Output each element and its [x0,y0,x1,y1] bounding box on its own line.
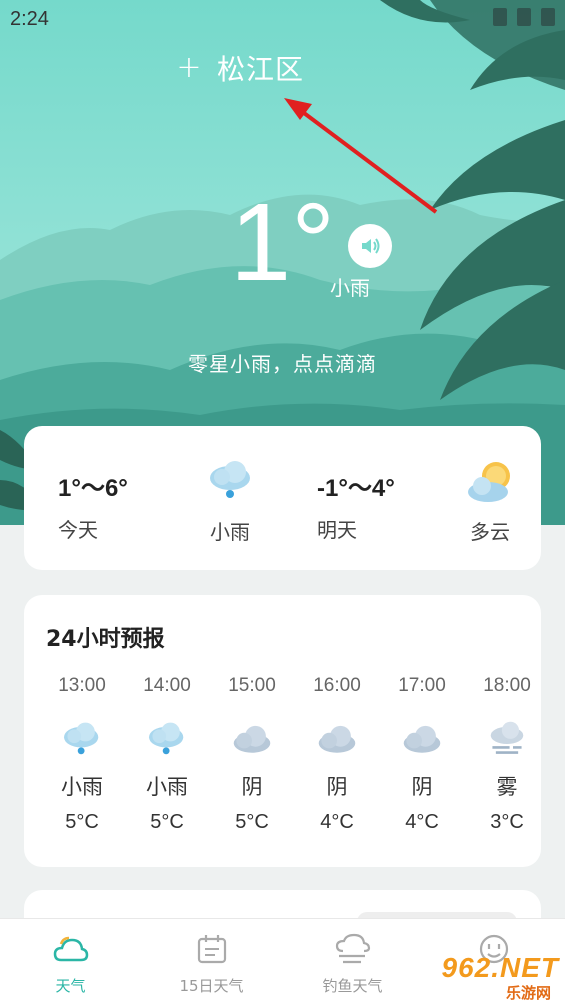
hourly-item: 15:00 阴 5°C [210,675,294,834]
voice-broadcast-button[interactable] [348,224,392,268]
signal-icon [493,8,507,26]
current-condition: 小雨 [330,276,370,300]
add-city-icon[interactable]: + [175,53,203,83]
tomorrow-temp-range: -1°～4° [317,475,395,502]
partly-cloudy-icon [466,460,514,508]
tab-15-day[interactable]: 15日天气 [141,929,282,996]
hourly-item: 16:00 阴 4°C [295,675,379,834]
weather-cloud-icon [0,929,141,969]
overcast-cloud-icon [380,705,464,771]
site-watermark: 962.NET 乐游网 [409,952,559,1002]
hourly-condition: 小雨 [61,775,103,799]
tab-weather-label: 天气 [55,977,86,995]
tab-fishing[interactable]: 钓鱼天气 [282,929,423,996]
tab-weather[interactable]: 天气 [0,929,141,996]
hourly-temperature: 5°C [65,811,99,833]
location-name[interactable]: 松江区 [217,48,304,88]
hourly-condition: 小雨 [146,775,188,799]
hourly-time: 13:00 [58,675,106,696]
tomorrow-condition: 多云 [470,520,510,544]
today-label: 今天 [58,518,98,542]
location-header: + 松江区 [175,46,304,90]
fog-icon [465,705,549,771]
today-tomorrow-card[interactable]: 1°～6° 今天 小雨 -1°～4° 明天 多云 [24,426,541,570]
overcast-cloud-icon [295,705,379,771]
hourly-temperature: 4°C [405,811,439,833]
rain-cloud-icon [125,705,209,771]
battery-icon [541,8,555,26]
hourly-condition: 阴 [241,775,263,799]
overcast-cloud-icon [210,705,294,771]
hourly-condition: 阴 [411,775,433,799]
hourly-time: 18:00 [483,675,531,696]
hourly-item: 18:00 雾 3°C [465,675,549,834]
hourly-time: 17:00 [398,675,446,696]
tab-fishing-label: 钓鱼天气 [322,977,383,995]
current-temperature: 1° [230,181,336,304]
hourly-item: 17:00 阴 4°C [380,675,464,834]
today-temp-range: 1°～6° [58,475,128,502]
hourly-item: 13:00 小雨 5°C [40,675,124,834]
watermark-sub: 乐游网 [505,984,551,1002]
calendar-icon [141,929,282,969]
today-condition: 小雨 [210,520,250,544]
watermark-text: 962.NET [441,952,559,983]
hourly-forecast-card: 24小时预报 13:00 小雨 5°C 14:00 小雨 5°C 15:00 阴 5°C 16:0… [24,595,541,867]
hourly-time: 16:00 [313,675,361,696]
hourly-temperature: 5°C [235,811,269,833]
hourly-title: 24小时预报 [46,627,165,652]
tomorrow-label: 明天 [317,518,357,542]
status-icons [493,8,555,26]
speaker-icon [362,238,380,254]
wifi-icon [517,8,531,26]
rain-cloud-icon [40,705,124,771]
rain-cloud-icon [208,458,254,504]
hourly-condition: 雾 [496,775,518,799]
hourly-item: 14:00 小雨 5°C [125,675,209,834]
status-bar: 2:24 [0,0,565,38]
hourly-time: 15:00 [228,675,276,696]
weather-description: 零星小雨，点点滴滴 [188,352,377,376]
fishing-weather-icon [282,929,423,969]
hourly-temperature: 4°C [320,811,354,833]
hourly-condition: 阴 [326,775,348,799]
tab-15-day-label: 15日天气 [179,977,244,995]
hourly-temperature: 5°C [150,811,184,833]
status-time: 2:24 [10,7,49,30]
hourly-temperature: 3°C [490,811,524,833]
hourly-time: 14:00 [143,675,191,696]
